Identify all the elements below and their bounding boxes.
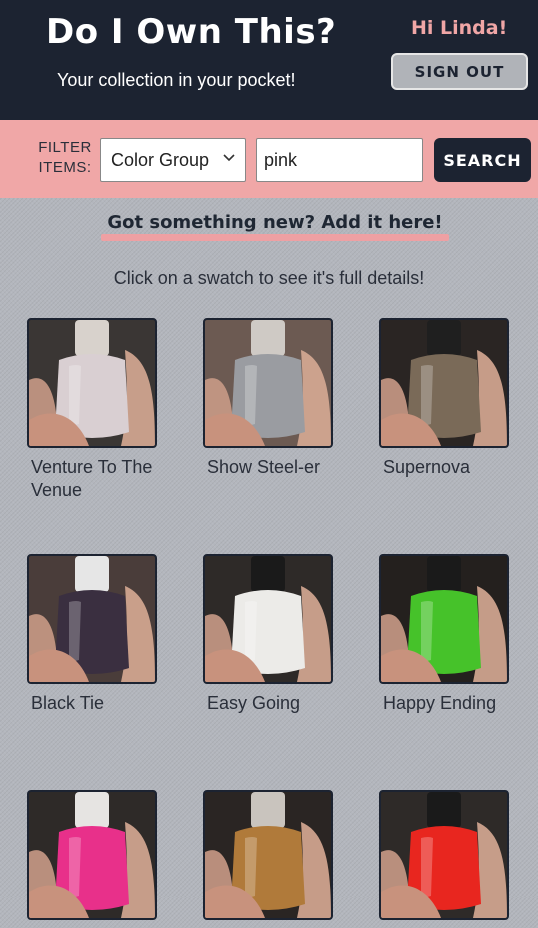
swatch-thumbnail[interactable] (379, 790, 509, 920)
chevron-down-icon (223, 154, 235, 162)
swatch-card[interactable] (203, 790, 333, 928)
app-tagline: Your collection in your pocket! (57, 70, 296, 90)
swatch-card[interactable]: Supernova (379, 318, 509, 479)
swatch-thumbnail[interactable] (203, 318, 333, 448)
swatch-thumbnail[interactable] (27, 790, 157, 920)
select-value: Color Group (111, 149, 210, 170)
swatch-name: Venture To The Venue (31, 457, 153, 500)
sign-out-button[interactable]: SIGN OUT (391, 53, 528, 90)
app-title: Do I Own This? (46, 12, 337, 52)
search-input[interactable]: pink (256, 138, 423, 182)
swatch-card[interactable]: Easy Going (203, 554, 333, 715)
search-button[interactable]: SEARCH (434, 138, 531, 182)
swatch-thumbnail[interactable] (203, 554, 333, 684)
swatch-name: Easy Going (207, 693, 301, 713)
swatch-card[interactable] (27, 790, 157, 928)
swatch-thumbnail[interactable] (379, 318, 509, 448)
swatch-card[interactable]: Happy Ending (379, 554, 509, 715)
swatch-name: Show Steel-er (207, 457, 321, 477)
swatch-thumbnail[interactable] (27, 554, 157, 684)
swatch-thumbnail[interactable] (379, 554, 509, 684)
color-group-select[interactable]: Color Group (100, 138, 246, 182)
swatch-name: Black Tie (31, 693, 105, 713)
swatch-thumbnail[interactable] (203, 790, 333, 920)
add-item-link[interactable]: Got something new? Add it here! (100, 212, 450, 233)
app-header: Do I Own This? Your collection in your p… (0, 0, 538, 120)
swatch-thumbnail[interactable] (27, 318, 157, 448)
swatch-card[interactable]: Black Tie (27, 554, 157, 715)
user-greeting: Hi Linda! (411, 17, 508, 39)
swatch-name: Supernova (383, 457, 471, 477)
swatch-hint: Click on a swatch to see it's full detai… (113, 268, 425, 288)
swatch-card[interactable] (379, 790, 509, 928)
add-item-underline (101, 234, 449, 241)
swatch-card[interactable]: Venture To The Venue (27, 318, 157, 502)
swatch-name: Happy Ending (383, 693, 497, 713)
filter-label: FILTER ITEMS: (38, 139, 92, 176)
swatch-card[interactable]: Show Steel-er (203, 318, 333, 479)
